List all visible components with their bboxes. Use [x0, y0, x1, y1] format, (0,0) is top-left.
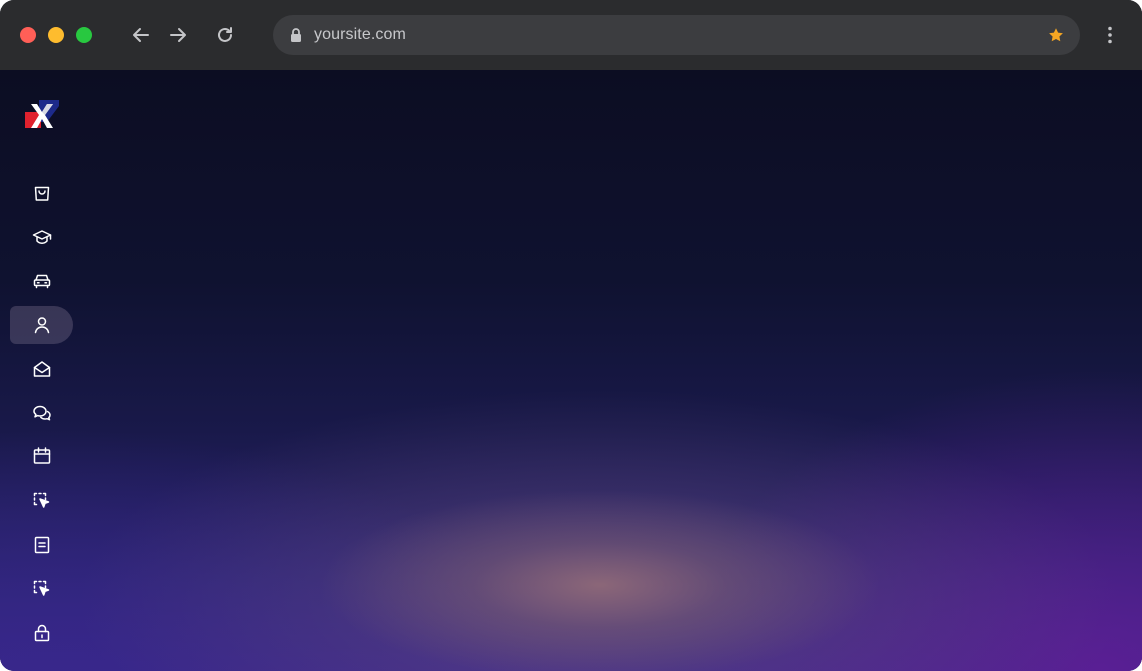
lock-icon	[291, 28, 301, 42]
sidebar-item-security[interactable]	[10, 614, 73, 652]
car-icon	[33, 274, 51, 289]
sidebar-item-documents[interactable]	[10, 526, 73, 564]
forward-button[interactable]	[165, 22, 191, 48]
page-content	[0, 70, 1142, 671]
browser-toolbar: yoursite.com	[0, 0, 1142, 70]
arrow-left-icon	[133, 28, 149, 42]
sidebar-item-vehicles[interactable]	[10, 262, 73, 300]
url-text[interactable]: yoursite.com	[314, 26, 406, 44]
selection-cursor-icon	[33, 492, 50, 508]
chat-bubbles-icon	[33, 405, 51, 421]
selection-cursor-icon	[33, 580, 50, 596]
graduation-cap-icon	[32, 230, 52, 244]
mail-open-icon	[33, 361, 51, 377]
maximize-window-button[interactable]	[76, 27, 92, 43]
user-icon	[34, 317, 50, 334]
sidebar-item-shop[interactable]	[10, 174, 73, 212]
browser-window: yoursite.com	[0, 0, 1142, 671]
reload-icon	[218, 27, 232, 42]
document-icon	[34, 536, 50, 554]
back-button[interactable]	[128, 22, 154, 48]
bookmark-star-icon[interactable]	[1048, 27, 1064, 43]
browser-menu-button[interactable]	[1100, 23, 1120, 47]
minimize-window-button[interactable]	[48, 27, 64, 43]
sidebar-item-chat[interactable]	[10, 394, 73, 432]
close-window-button[interactable]	[20, 27, 36, 43]
address-bar[interactable]: yoursite.com	[273, 15, 1080, 55]
shopping-bag-icon	[34, 186, 50, 201]
sidebar-item-education[interactable]	[10, 218, 73, 256]
sidebar-item-select-2[interactable]	[10, 570, 73, 608]
arrow-right-icon	[170, 28, 186, 42]
sidebar-item-profile[interactable]	[10, 306, 73, 344]
calendar-icon	[33, 447, 51, 464]
brand-logo[interactable]	[25, 98, 59, 130]
more-vertical-icon	[1108, 26, 1112, 44]
padlock-icon	[34, 624, 50, 642]
sidebar-item-calendar[interactable]	[10, 437, 73, 475]
sidebar-item-select[interactable]	[10, 482, 73, 520]
sidebar-item-mail[interactable]	[10, 350, 73, 388]
reload-button[interactable]	[212, 22, 238, 48]
